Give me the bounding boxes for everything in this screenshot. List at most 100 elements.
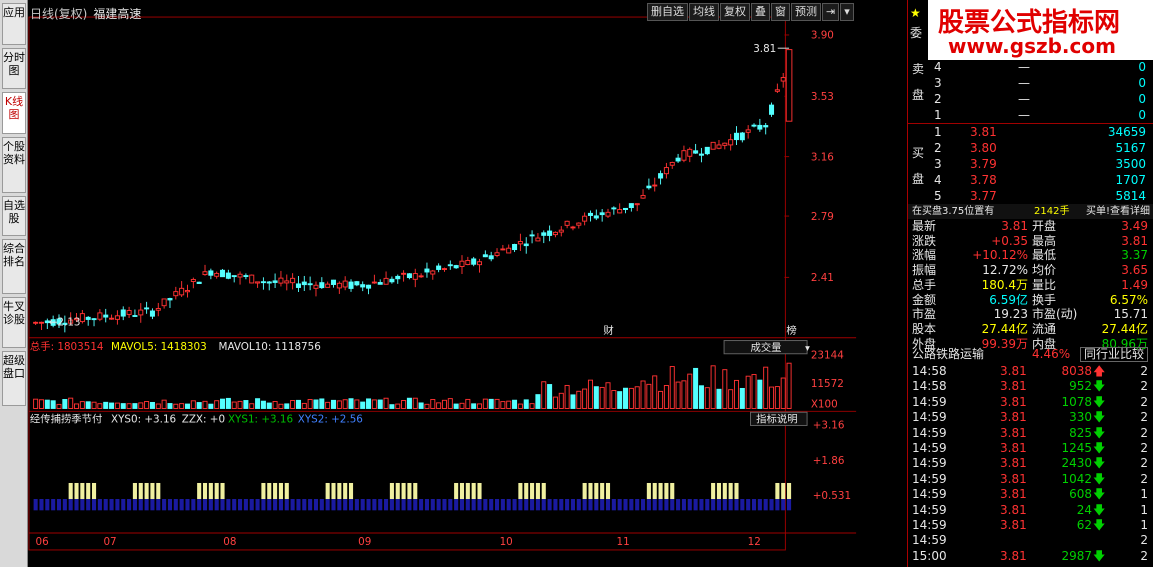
indicator-blue-bar <box>570 499 576 511</box>
left-tab-4[interactable]: 自选股 <box>2 196 26 236</box>
indicator-blue-bar <box>384 499 389 511</box>
candle-body <box>79 313 85 323</box>
left-tab-7[interactable]: 超级盘口 <box>2 351 26 406</box>
low-marker: ←2.13 <box>49 316 81 328</box>
indicator-yellow-bar <box>132 482 137 500</box>
volume-bar <box>179 403 185 409</box>
indicator-blue-bar <box>319 499 324 511</box>
volume-bar <box>266 402 272 409</box>
x-axis-label: 11 <box>617 536 630 548</box>
volume-bar <box>44 399 50 409</box>
indicator-blue-bar <box>156 499 161 511</box>
candle-body <box>418 275 424 278</box>
indicator-blue-bar <box>284 499 289 511</box>
left-tab-6[interactable]: 牛叉诊股 <box>2 297 26 348</box>
volume-bar <box>424 403 430 409</box>
candle-body <box>611 207 617 210</box>
divider <box>908 123 1153 124</box>
indicator-blue-bar <box>565 499 570 511</box>
volume-bar <box>745 375 751 409</box>
candle-body <box>120 309 126 317</box>
indicator-help-label: 指标说明 <box>756 413 797 426</box>
candle-body <box>395 275 401 280</box>
candle-body <box>38 321 44 324</box>
indicator-blue-bar <box>354 499 359 511</box>
volume-bar <box>453 403 459 409</box>
buy-label2: 盘 <box>912 172 925 186</box>
left-tab-1[interactable]: 分时图 <box>2 48 26 89</box>
indicator-blue-bar <box>97 499 102 511</box>
volume-bar <box>220 398 226 409</box>
indicator-yellow-bar <box>524 482 529 500</box>
indicator-xys0: XYS0: +3.16 <box>111 414 176 426</box>
indicator-yellow-bar <box>600 482 605 500</box>
volume-bar <box>769 386 775 409</box>
indicator-yellow-bar <box>220 482 225 500</box>
indicator-yellow-bar <box>535 482 540 500</box>
candle-body <box>441 268 447 270</box>
detail-link[interactable]: 买单!查看详细 <box>1086 204 1150 219</box>
tick-row: 14:59 3.81 1078 🡇 2 <box>912 394 1148 409</box>
candle-body <box>33 321 39 324</box>
volume-bar <box>149 401 155 409</box>
indicator-blue-bar <box>553 499 558 511</box>
volume-bar <box>482 398 488 409</box>
indicator-yellow-bar <box>605 482 611 500</box>
left-tab-3[interactable]: 个股资料 <box>2 137 26 193</box>
volume-bar <box>395 403 401 409</box>
volume-bar <box>675 381 681 409</box>
volume-bar <box>587 379 593 409</box>
candle-body <box>249 274 255 284</box>
tick-row: 14:59 3.81 2430 🡇 2 <box>912 456 1148 471</box>
kline-chart[interactable]: 3.90 3.53 3.16 2.79 2.41 3.81 ←2.13 财 榜总手: 18035… <box>28 0 858 567</box>
candle-body <box>412 273 418 280</box>
x-axis-label: 09 <box>358 536 371 548</box>
volume-bar <box>196 402 202 409</box>
indicator-blue-bar <box>115 499 120 511</box>
indicator-blue-bar <box>33 499 38 511</box>
left-tab-0[interactable]: 应用 <box>2 3 26 45</box>
candle-body <box>506 247 512 254</box>
toolbar-button-2[interactable]: 复权 <box>720 3 750 21</box>
toolbar-button-1[interactable]: 均线 <box>689 3 719 21</box>
indicator-yellow-bar <box>407 482 412 500</box>
toolbar-button-4[interactable]: 窗 <box>771 3 790 21</box>
candle-body <box>377 282 383 285</box>
candle-body <box>330 279 337 285</box>
indicator-blue-bar <box>167 499 173 511</box>
indicator-blue-bar <box>74 499 79 511</box>
exit-arrow-icon[interactable]: ⇥ <box>822 3 840 21</box>
indicator-blue-bar <box>132 499 137 511</box>
indicator-yellow-bar <box>471 482 476 500</box>
volume-bar <box>260 400 266 409</box>
left-tab-2[interactable]: K线图 <box>2 92 26 134</box>
sector-compare-button[interactable]: 同行业比较 <box>1079 347 1148 362</box>
volume-bar <box>436 402 442 409</box>
indicator-blue-bar <box>191 499 196 511</box>
indicator-blue-bar <box>430 499 435 511</box>
indicator-blue-bar <box>290 499 295 511</box>
volume-bar <box>389 404 395 409</box>
candle-body <box>769 104 775 115</box>
toolbar-button-3[interactable]: 叠 <box>751 3 770 21</box>
volume-bar <box>132 403 138 409</box>
volume-bar <box>751 374 757 409</box>
candle-body <box>465 260 471 265</box>
toolbar-button-5[interactable]: 预测 <box>791 3 821 21</box>
indicator-yellow-bar <box>91 482 97 500</box>
x-axis-label: 08 <box>223 536 236 548</box>
candle-body <box>208 270 214 276</box>
volume-bar <box>255 398 261 409</box>
buy-row: 5 3.77 5814 <box>934 189 1146 203</box>
chevron-down-icon[interactable]: ▾ <box>840 3 854 21</box>
volume-bar <box>167 403 173 409</box>
stat-row: 市盈 19.23 市盈(动) 15.71 <box>912 307 1148 322</box>
indicator-blue-bar <box>594 499 599 511</box>
left-tab-5[interactable]: 综合排名 <box>2 239 26 294</box>
indicator-blue-bar <box>91 499 97 511</box>
toolbar-button-0[interactable]: 删自选 <box>647 3 688 21</box>
chevron-down-icon: ▾ <box>805 343 810 354</box>
volume-bar <box>114 402 120 409</box>
volume-bar <box>698 385 704 409</box>
volume-bar <box>599 386 605 409</box>
